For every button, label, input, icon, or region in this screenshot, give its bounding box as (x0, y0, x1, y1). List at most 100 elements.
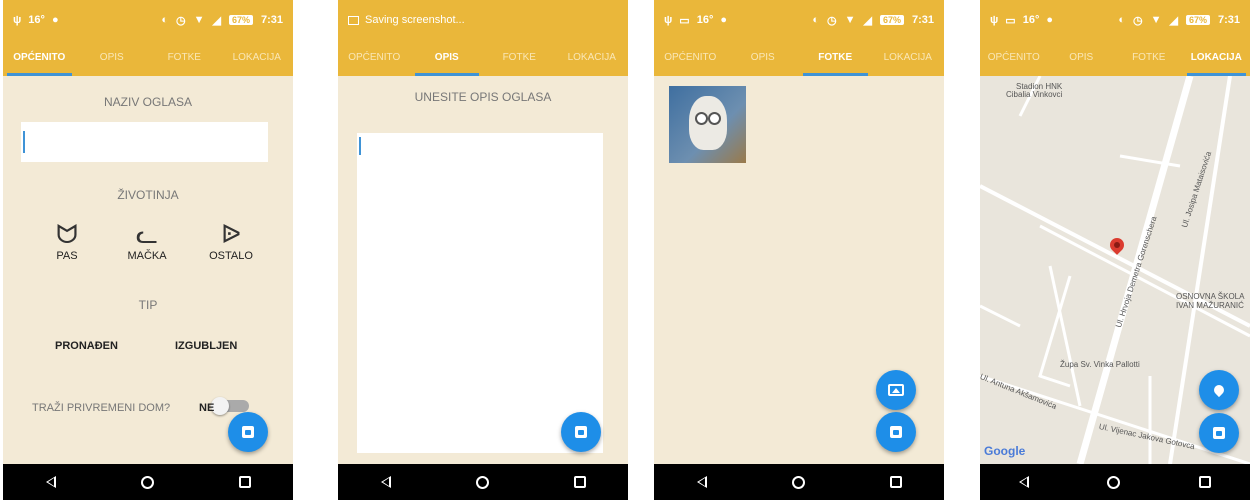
type-label: TIP (138, 298, 158, 312)
back-icon[interactable] (45, 476, 56, 488)
ad-name-input[interactable] (21, 122, 268, 162)
tab-description[interactable]: OPIS (76, 40, 149, 76)
animal-option-label: OSTALO (209, 250, 253, 262)
description-textarea[interactable] (357, 133, 603, 453)
sync-icon: ◐ (812, 14, 819, 26)
back-icon[interactable] (380, 476, 391, 488)
my-location-button[interactable] (1199, 370, 1239, 410)
app-header: ψ 16° ● ◐ ◷ ▼ ◢ 67% 7:31 OPĆENITO OPIS F… (3, 0, 293, 76)
status-bar: ψ 16° ● ◐ ◷ ▼ ◢ 67% 7:31 (3, 0, 293, 40)
tab-location[interactable]: LOKACIJA (872, 40, 945, 76)
status-bar: ψ ▭ 16° ● ◐ ◷ ▼ ◢ 67% 7:31 (980, 0, 1250, 40)
save-icon (575, 426, 587, 438)
signal-icon: ◢ (212, 14, 221, 27)
notification-icon: ● (1046, 14, 1053, 26)
wifi-icon: ▼ (844, 14, 856, 26)
save-icon (890, 426, 902, 438)
tab-general[interactable]: OPĆENITO (3, 40, 76, 76)
clock-text: 7:31 (260, 14, 283, 26)
save-button[interactable] (1199, 413, 1239, 453)
recent-apps-icon[interactable] (238, 476, 251, 488)
tab-description[interactable]: OPIS (411, 40, 484, 76)
home-icon[interactable] (791, 475, 805, 489)
screenshot-icon (348, 15, 359, 25)
back-icon[interactable] (1019, 476, 1030, 488)
save-icon (242, 426, 254, 438)
clock-text: 7:31 (911, 14, 934, 26)
temperature-text: 16° (28, 14, 45, 26)
status-bar: ψ ▭ 16° ● ◐ ◷ ▼ ◢ 67% 7:31 (654, 0, 944, 40)
tab-general[interactable]: OPĆENITO (338, 40, 411, 76)
tab-description[interactable]: OPIS (727, 40, 800, 76)
type-option-found[interactable]: PRONAĐEN (55, 340, 118, 352)
navigation-bar (3, 464, 293, 500)
app-header: Saving screenshot... OPĆENITO OPIS FOTKE… (338, 0, 628, 76)
animal-option-dog[interactable]: ᗢ PAS (32, 218, 102, 262)
bird-icon: ᐉ (221, 219, 241, 249)
navigation-bar (338, 464, 628, 500)
tab-bar: OPĆENITO OPIS FOTKE LOKACIJA (980, 40, 1250, 76)
status-bar: Saving screenshot... (338, 0, 628, 40)
recent-apps-icon[interactable] (573, 476, 586, 488)
temperature-text: 16° (696, 14, 714, 26)
back-icon[interactable] (696, 476, 707, 488)
screenshot-icon: ▭ (679, 14, 690, 27)
add-photo-button[interactable] (876, 370, 916, 410)
tab-photos[interactable]: FOTKE (1115, 40, 1183, 76)
animal-option-other[interactable]: ᐉ OSTALO (196, 218, 266, 262)
tab-description[interactable]: OPIS (1048, 40, 1116, 76)
tab-photos[interactable]: FOTKE (148, 40, 221, 76)
saving-screenshot-text: Saving screenshot... (365, 14, 465, 26)
temporary-home-label: TRAŽI PRIVREMENI DOM? (32, 402, 171, 414)
tab-general[interactable]: OPĆENITO (980, 40, 1048, 76)
temporary-home-value: NE (199, 402, 215, 414)
type-option-lost[interactable]: IZGUBLJEN (175, 340, 237, 352)
home-icon[interactable] (140, 475, 154, 489)
usb-icon: ψ (664, 14, 673, 26)
save-button[interactable] (876, 412, 916, 452)
save-button[interactable] (228, 412, 268, 452)
alarm-icon: ◷ (1132, 14, 1143, 27)
app-header: ψ ▭ 16° ● ◐ ◷ ▼ ◢ 67% 7:31 OPĆENITO OPIS… (980, 0, 1250, 76)
battery-icon: 67% (228, 15, 253, 25)
usb-icon: ψ (13, 14, 22, 26)
animal-option-cat[interactable]: ᓚ MAČKA (112, 218, 182, 262)
photo-thumbnail[interactable] (669, 86, 746, 163)
tab-photos[interactable]: FOTKE (799, 40, 872, 76)
home-icon[interactable] (1107, 475, 1121, 489)
map-label: Župa Sv. Vinka Pallotti (1060, 360, 1140, 369)
recent-apps-icon[interactable] (1198, 476, 1211, 488)
navigation-bar (980, 464, 1250, 500)
google-logo: Google (984, 444, 1026, 458)
ad-name-label: NAZIV OGLASA (103, 95, 193, 109)
animal-option-label: MAČKA (127, 250, 167, 262)
screen-photos: ψ ▭ 16° ● ◐ ◷ ▼ ◢ 67% 7:31 OPĆENITO OPIS… (654, 0, 944, 500)
wifi-icon: ▼ (193, 14, 205, 26)
dog-icon: ᗢ (56, 219, 78, 249)
map-label: Cibalia Vinkovci (1006, 90, 1063, 99)
signal-icon: ◢ (863, 14, 872, 27)
gallery-icon (888, 384, 904, 396)
tab-bar: OPĆENITO OPIS FOTKE LOKACIJA (338, 40, 628, 76)
tab-location[interactable]: LOKACIJA (556, 40, 629, 76)
save-button[interactable] (561, 412, 601, 452)
tab-general[interactable]: OPĆENITO (654, 40, 727, 76)
cat-icon: ᓚ (135, 219, 159, 249)
temporary-home-switch[interactable] (211, 397, 249, 415)
app-header: ψ ▭ 16° ● ◐ ◷ ▼ ◢ 67% 7:31 OPĆENITO OPIS… (654, 0, 944, 76)
map-label: IVAN MAŽURANIĆ (1176, 301, 1244, 310)
recent-apps-icon[interactable] (889, 476, 902, 488)
sync-icon: ◐ (1118, 14, 1125, 26)
animal-label: ŽIVOTINJA (117, 188, 179, 202)
tab-location[interactable]: LOKACIJA (221, 40, 294, 76)
battery-icon: 67% (879, 15, 904, 25)
home-icon[interactable] (475, 475, 489, 489)
animal-option-label: PAS (56, 250, 78, 262)
tab-bar: OPĆENITO OPIS FOTKE LOKACIJA (654, 40, 944, 76)
notification-icon: ● (720, 14, 727, 26)
tab-bar: OPĆENITO OPIS FOTKE LOKACIJA (3, 40, 293, 76)
battery-icon: 67% (1185, 15, 1210, 25)
screen-location: ψ ▭ 16° ● ◐ ◷ ▼ ◢ 67% 7:31 OPĆENITO OPIS… (980, 0, 1250, 500)
tab-photos[interactable]: FOTKE (483, 40, 556, 76)
tab-location[interactable]: LOKACIJA (1183, 40, 1251, 76)
